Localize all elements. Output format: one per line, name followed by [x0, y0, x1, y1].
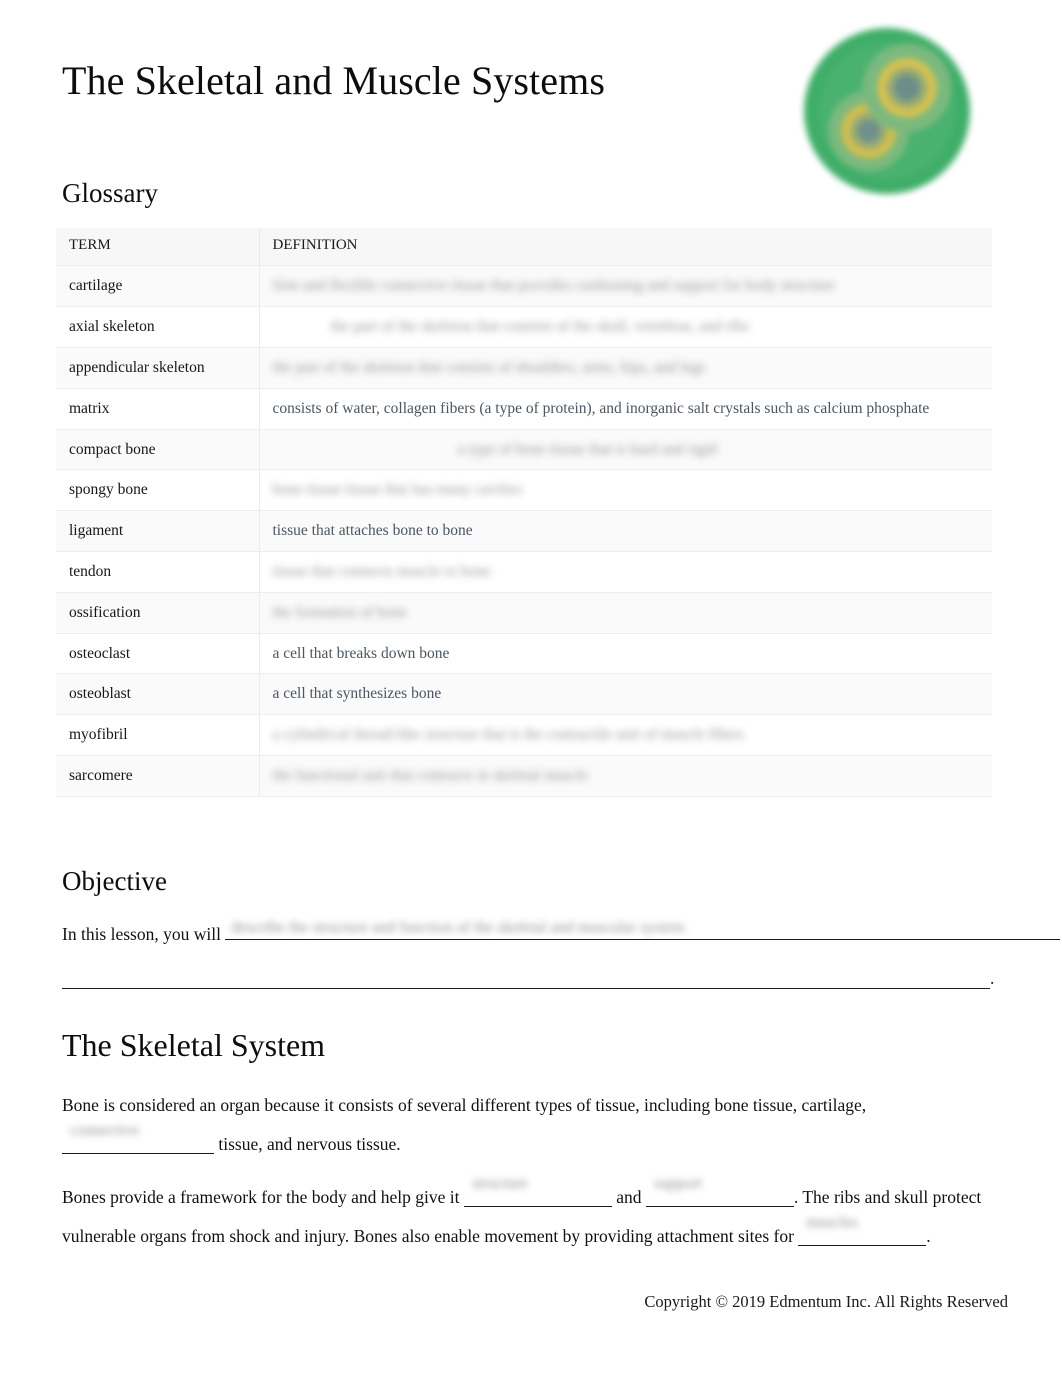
glossary-term: spongy bone [56, 469, 260, 511]
glossary-term: osteoblast [56, 673, 260, 715]
glossary-term: axial skeleton [56, 306, 260, 348]
column-header-definition: DEFINITION [259, 228, 992, 266]
glossary-definition: the part of the skeleton that consists o… [259, 306, 992, 348]
glossary-definition: tissue that attaches bone to bone [259, 510, 992, 552]
column-header-term: TERM [56, 228, 260, 266]
objective-heading: Objective [62, 866, 167, 896]
paragraph-2-text-part-1: Bones provide a framework for the body a… [62, 1187, 460, 1207]
glossary-definition: a cell that synthesizes bone [259, 673, 992, 715]
skeletal-paragraph-2: Bones provide a framework for the body a… [62, 1175, 1002, 1256]
glossary-definition: consists of water, collagen fibers (a ty… [259, 387, 992, 429]
table-row: matrix consists of water, collagen fibers… [56, 387, 992, 429]
glossary-term: sarcomere [56, 755, 260, 797]
paragraph-2-blank-2-answer: support [653, 1175, 702, 1192]
table-row: ossification the formation of bone [56, 591, 992, 634]
glossary-term: compact bone [56, 428, 260, 470]
glossary-heading: Glossary [62, 178, 158, 208]
paragraph-1-text-part-2: cartilage, [801, 1095, 867, 1115]
glossary-definition: firm and flexible connective tissue that… [259, 265, 992, 307]
glossary-definition: tissue that connects muscle to bone [259, 550, 992, 593]
glossary-definition-redacted: firm and flexible connective tissue that… [272, 277, 835, 295]
glossary-definition-redacted: the part of the skeleton that consists o… [272, 358, 706, 376]
skeletal-paragraph-1: Bone is considered an organ because it c… [62, 1086, 1002, 1164]
glossary-term: tendon [56, 550, 260, 593]
paragraph-1-text-part-1: Bone is considered an organ because it c… [62, 1095, 798, 1115]
paragraph-2-blank-3-answer: muscles [806, 1214, 858, 1231]
table-row: axial skeleton the part of the skeleton t… [56, 306, 992, 348]
glossary-term: myofibril [56, 714, 260, 756]
objective-answer-redacted: describe the structure and function of t… [231, 918, 685, 936]
glossary-table-body: cartilage firm and flexible connective ti… [56, 265, 992, 797]
objective-prompt-text: In this lesson, you will [62, 924, 221, 944]
objective-continuation-line: . [62, 968, 1002, 989]
copyright-footer: Copyright © 2019 Edmentum Inc. All Right… [644, 1292, 1008, 1311]
table-row: cartilage firm and flexible connective ti… [56, 265, 992, 307]
table-row: appendicular skeleton the part of the ske… [56, 346, 992, 389]
objective-blank-line-1[interactable]: describe the structure and function of t… [225, 919, 1061, 940]
glossary-definition-redacted: a type of bone tissue that is hard and r… [457, 440, 718, 458]
glossary-definition: the part of the skeleton that consists o… [259, 346, 992, 389]
glossary-definition-redacted: tissue that connects muscle to bone [272, 562, 491, 580]
table-row: sarcomere the functional unit that contra… [56, 755, 992, 797]
paragraph-2-blank-2[interactable]: support [645, 1175, 794, 1207]
glossary-term: appendicular skeleton [56, 346, 260, 389]
table-row: ligament tissue that attaches bone to bon… [56, 510, 992, 552]
table-row: osteoclast a cell that breaks down bone [56, 632, 992, 674]
glossary-definition: the formation of bone [259, 591, 992, 634]
table-row: compact bone a type of bone tissue that i… [56, 428, 992, 470]
glossary-definition: bone tissue tissue that has many cavitie… [259, 469, 992, 511]
worksheet-page: The Skeletal and Muscle Systems Glossary… [0, 0, 1062, 1377]
objective-blank-line-2[interactable] [62, 969, 990, 989]
glossary-definition: a cell that breaks down bone [259, 632, 992, 674]
paragraph-2-blank-3[interactable]: muscles [798, 1214, 927, 1246]
glossary-definition-redacted: the part of the skeleton that consists o… [330, 318, 749, 336]
paragraph-1-blank-1-answer: connective [70, 1122, 140, 1139]
paragraph-2-blank-1[interactable]: structure [463, 1175, 612, 1207]
table-row: myofibril a cylindrical thread-like struc… [56, 714, 992, 756]
table-header-row: TERM DEFINITION [56, 228, 992, 266]
glossary-term: ligament [56, 510, 260, 552]
paragraph-2-terminator: . [926, 1226, 931, 1246]
table-row: osteoblast a cell that synthesizes bone [56, 673, 992, 715]
paragraph-1-blank-1[interactable]: connective [62, 1122, 214, 1154]
skeletal-system-heading: The Skeletal System [62, 1027, 326, 1063]
table-row: spongy bone bone tissue tissue that has m… [56, 469, 992, 511]
objective-prompt-line: In this lesson, you will describe the st… [62, 919, 1061, 945]
objective-terminator: . [990, 968, 995, 988]
glossary-term: osteoclast [56, 632, 260, 674]
table-row: tendon tissue that connects muscle to bon… [56, 550, 992, 593]
cell-biology-logo-icon [804, 28, 970, 194]
glossary-definition-redacted: the functional unit that contracts in sk… [272, 767, 589, 785]
glossary-definition-redacted: a cylindrical thread-like structure that… [272, 726, 744, 744]
paragraph-2-conjunction: and [616, 1187, 642, 1207]
glossary-definition: a cylindrical thread-like structure that… [259, 714, 992, 756]
glossary-table-head: TERM DEFINITION [56, 228, 992, 266]
glossary-definition: the functional unit that contracts in sk… [259, 755, 992, 797]
glossary-definition-redacted: bone tissue tissue that has many cavitie… [272, 481, 523, 499]
glossary-term: ossification [56, 591, 260, 634]
page-title: The Skeletal and Muscle Systems [62, 58, 606, 103]
paragraph-1-text-part-3: tissue, and nervous tissue. [218, 1134, 401, 1154]
glossary-definition: a type of bone tissue that is hard and r… [259, 428, 992, 470]
paragraph-2-blank-1-answer: structure [471, 1175, 528, 1192]
glossary-term: matrix [56, 387, 260, 429]
glossary-definition-redacted: the formation of bone [272, 603, 408, 621]
glossary-term: cartilage [56, 265, 260, 307]
glossary-table: TERM DEFINITION cartilage firm and flexib… [56, 228, 992, 797]
